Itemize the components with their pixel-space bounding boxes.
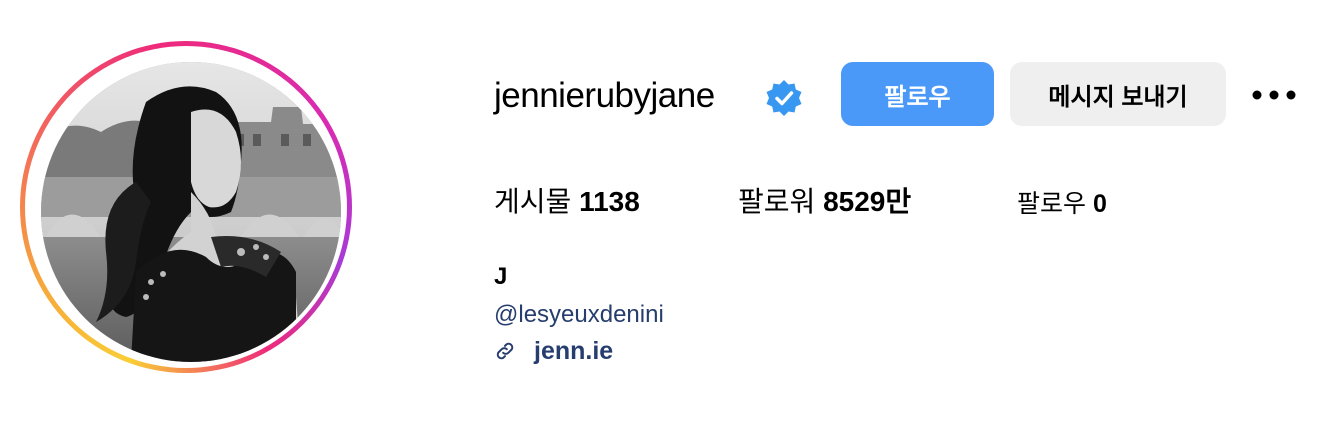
posts-label: 게시물 — [494, 186, 572, 217]
avatar[interactable] — [41, 62, 341, 362]
avatar-frame — [25, 46, 347, 368]
link-icon — [496, 342, 514, 360]
following-value: 0 — [1092, 190, 1107, 218]
following-label: 팔로우 — [1017, 190, 1087, 218]
bio-external-link[interactable]: jenn.ie — [494, 336, 613, 366]
story-ring[interactable] — [20, 41, 352, 373]
followers-label: 팔로워 — [738, 186, 816, 217]
message-button[interactable]: 메시지 보내기 — [1010, 62, 1226, 126]
followers-count[interactable]: 팔로워 8529만 — [738, 184, 911, 220]
following-count[interactable]: 팔로우 0 — [1017, 186, 1107, 222]
posts-count: 게시물 1138 — [494, 184, 640, 220]
posts-value: 1138 — [579, 186, 640, 217]
avatar-photo — [41, 62, 341, 362]
bio-link-text[interactable]: jenn.ie — [534, 337, 613, 366]
bio-name: J — [494, 263, 508, 290]
verified-badge-icon — [766, 80, 802, 116]
profile-username: jennierubyjane — [494, 76, 715, 115]
follow-button[interactable]: 팔로우 — [841, 62, 994, 126]
followers-value: 8529만 — [823, 186, 912, 217]
more-options-icon[interactable] — [1248, 80, 1300, 110]
bio-mention-link[interactable]: @lesyeuxdenini — [494, 300, 664, 330]
